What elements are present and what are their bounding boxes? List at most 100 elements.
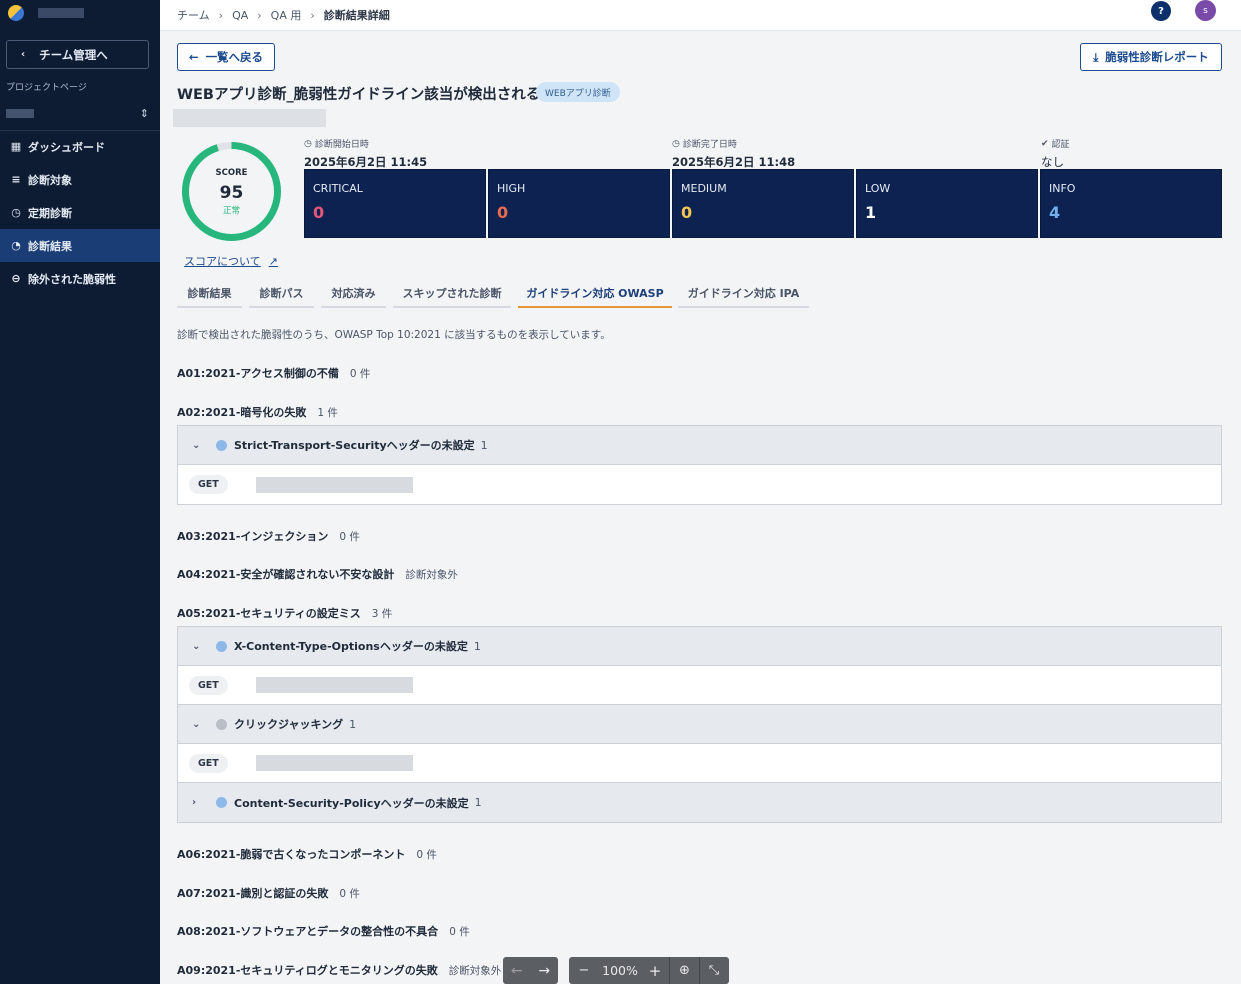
tab-skipped[interactable]: スキップされた診断: [393, 280, 511, 308]
severity-card-medium: MEDIUM 0: [672, 169, 854, 238]
finding-row[interactable]: ⌄ Strict-Transport-Securityヘッダーの未設定 1: [178, 426, 1221, 465]
category-name: A03:2021-インジェクション: [177, 530, 329, 543]
category-name: A08:2021-ソフトウェアとデータの整合性の不具合: [177, 925, 439, 938]
findings-panel-a05: ⌄ X-Content-Type-Optionsヘッダーの未設定 1 GET ⌄…: [177, 626, 1222, 823]
category-count: 0 件: [449, 926, 470, 938]
tab-results[interactable]: 診断結果: [177, 280, 242, 308]
category-count: 0 件: [339, 888, 360, 900]
download-circle-icon[interactable]: ⊕: [670, 963, 699, 978]
breadcrumb-project[interactable]: QA 用: [271, 7, 302, 23]
category-name: A05:2021-セキュリティの設定ミス: [177, 607, 361, 620]
breadcrumb-current: 診断結果詳細: [323, 9, 390, 22]
check-circle-icon: ✔: [1041, 138, 1049, 149]
sidebar-nav: ▦ ダッシュボード ≡ 診断対象 ◷ 定期診断 ◔ 診断結果 ⊖ 除外された脆弱…: [0, 130, 160, 295]
score-about-link[interactable]: スコアについて ↗: [184, 253, 278, 269]
updown-chevron-icon: ⇕: [139, 106, 149, 120]
score-about-label: スコアについて: [184, 255, 261, 268]
severity-label: INFO: [1049, 182, 1076, 195]
path-redacted: [255, 677, 413, 693]
avatar[interactable]: s: [1195, 0, 1216, 21]
logo[interactable]: [0, 0, 160, 26]
severity-label: HIGH: [497, 182, 526, 195]
finding-count: 1: [480, 438, 488, 452]
category-name: A01:2021-アクセス制御の不備: [177, 367, 339, 380]
tab-ipa[interactable]: ガイドライン対応 IPA: [678, 280, 809, 308]
category-name: A02:2021-暗号化の失敗: [177, 406, 307, 419]
team-management-button[interactable]: ‹ チーム管理へ: [6, 40, 149, 69]
breadcrumb-team[interactable]: チーム: [177, 7, 210, 23]
severity-card-low: LOW 1: [856, 169, 1038, 238]
help-button[interactable]: ?: [1151, 1, 1171, 21]
arrow-left-icon[interactable]: ←: [511, 963, 523, 979]
info-severity-icon: [216, 797, 227, 808]
category-a03: A03:2021-インジェクション 0 件: [177, 528, 360, 544]
viewer-nav-toolbar: ← →: [503, 957, 558, 984]
score-gauge: SCORE 95 正常: [182, 142, 281, 241]
chevron-down-icon: ⌄: [192, 718, 201, 730]
sidebar-item-targets[interactable]: ≡ 診断対象: [0, 163, 160, 196]
finding-path-row[interactable]: GET: [178, 666, 1221, 705]
category-count: 3 件: [371, 608, 393, 620]
owasp-description: 診断で検出された脆弱性のうち、OWASP Top 10:2021 に該当するもの…: [177, 329, 611, 341]
finding-count: 1: [349, 717, 357, 731]
back-to-list-button[interactable]: ← 一覧へ戻る: [177, 43, 275, 71]
viewer-zoom-toolbar: − 100% + ⊕ ⤡: [569, 957, 729, 984]
zoom-in-icon[interactable]: +: [641, 962, 669, 980]
sidebar-item-scheduled[interactable]: ◷ 定期診断: [0, 196, 160, 229]
zoom-out-icon[interactable]: −: [569, 963, 599, 978]
category-count: 診断対象外: [448, 965, 502, 977]
breadcrumb-qa[interactable]: QA: [232, 9, 248, 22]
score-value: 95: [220, 183, 244, 203]
start-label: 診断開始日時: [314, 140, 369, 150]
chevron-down-icon: ⌄: [192, 640, 201, 652]
findings-panel-a02: ⌄ Strict-Transport-Securityヘッダーの未設定 1 GE…: [177, 425, 1222, 505]
severity-count: 1: [865, 203, 877, 222]
category-count: 診断対象外: [405, 569, 458, 581]
external-link-icon: ↗: [268, 254, 278, 268]
finding-path-row[interactable]: GET: [178, 744, 1221, 783]
tab-paths[interactable]: 診断パス: [249, 280, 314, 308]
chevron-down-icon: ⌄: [192, 439, 201, 451]
sidebar-item-label: 診断結果: [28, 239, 72, 253]
http-method-badge: GET: [189, 675, 228, 695]
sidebar-item-results[interactable]: ◔ 診断結果: [0, 229, 160, 262]
finding-row[interactable]: › Content-Security-Policyヘッダーの未設定 1: [178, 783, 1221, 822]
finding-title: Content-Security-Policyヘッダーの未設定: [234, 796, 469, 810]
tab-resolved[interactable]: 対応済み: [321, 280, 386, 308]
breadcrumb-chevron-icon: ›: [218, 8, 224, 22]
severity-count: 4: [1049, 203, 1061, 222]
tab-owasp[interactable]: ガイドライン対応 OWASP: [518, 280, 672, 308]
collapse-icon[interactable]: ⤡: [700, 963, 728, 978]
http-method-badge: GET: [189, 753, 228, 773]
score-label: SCORE: [216, 168, 248, 178]
severity-label: MEDIUM: [681, 182, 727, 195]
project-select[interactable]: ⇕: [6, 104, 149, 122]
category-a05: A05:2021-セキュリティの設定ミス 3 件: [177, 605, 392, 621]
project-label: プロジェクトページ: [6, 83, 87, 93]
minus-circle-icon: ⊖: [11, 272, 21, 285]
main-content: ← 一覧へ戻る ⤓ 脆弱性診断レポート WEBアプリ診断_脆弱性ガイドライン該当…: [160, 31, 1241, 984]
category-a09: A09:2021-セキュリティログとモニタリングの失敗 診断対象外: [177, 962, 501, 978]
severity-card-info: INFO 4: [1040, 169, 1222, 238]
category-name: A07:2021-識別と認証の失敗: [177, 887, 329, 900]
path-redacted: [255, 755, 413, 771]
clock-icon: ◷: [304, 138, 312, 149]
finding-row[interactable]: ⌄ クリックジャッキング 1: [178, 705, 1221, 744]
topbar: チーム › QA › QA 用 › 診断結果詳細: [160, 0, 1241, 31]
download-icon: ⤓: [1093, 49, 1099, 64]
start-datetime: ◷ 診断開始日時 2025年6月2日 11:45: [304, 137, 427, 170]
finding-row[interactable]: ⌄ X-Content-Type-Optionsヘッダーの未設定 1: [178, 627, 1221, 666]
category-name: A06:2021-脆弱で古くなったコンポーネント: [177, 848, 406, 861]
http-method-badge: GET: [189, 475, 228, 494]
finding-count: 1: [474, 796, 482, 809]
report-button[interactable]: ⤓ 脆弱性診断レポート: [1080, 43, 1222, 71]
breadcrumb-chevron-icon: ›: [310, 8, 315, 22]
finding-title: Strict-Transport-Securityヘッダーの未設定: [234, 439, 475, 452]
sidebar-item-dashboard[interactable]: ▦ ダッシュボード: [0, 130, 160, 163]
finding-path-row[interactable]: GET: [178, 465, 1221, 504]
arrow-right-icon[interactable]: →: [538, 963, 550, 979]
category-name: A09:2021-セキュリティログとモニタリングの失敗: [177, 964, 438, 977]
sidebar-item-excluded[interactable]: ⊖ 除外された脆弱性: [0, 262, 160, 295]
chevron-right-icon: ›: [192, 797, 197, 808]
target-list-icon: ≡: [11, 173, 21, 186]
